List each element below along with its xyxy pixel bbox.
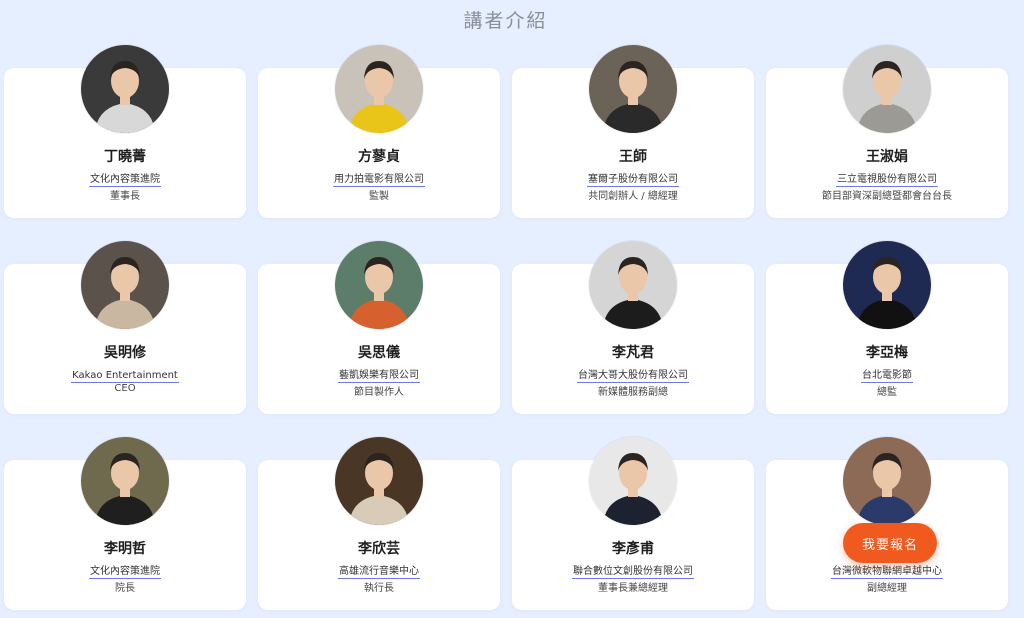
speaker-organization: 台灣微軟物聯網卓越中心	[766, 562, 1008, 579]
speaker-role: 執行長	[364, 583, 394, 594]
speaker-photo[interactable]	[335, 437, 423, 525]
speaker-name: 李明哲	[104, 541, 146, 557]
speaker-photo[interactable]	[589, 437, 677, 525]
speaker-organization: 文化內容策進院	[4, 562, 246, 579]
speaker-role: 節目製作人	[354, 387, 404, 398]
organization-link[interactable]: 用力拍電影有限公司	[333, 174, 425, 187]
speaker-name: 李彥甫	[612, 541, 654, 557]
speaker-role: CEO	[114, 383, 136, 394]
speaker-organization: 塞爾子股份有限公司	[512, 170, 754, 187]
speaker-role: 副總經理	[867, 583, 907, 594]
organization-link[interactable]: 聯合數位文創股份有限公司	[572, 566, 694, 579]
speaker-organization: 台北電影節	[766, 366, 1008, 383]
speaker-photo[interactable]	[843, 45, 931, 133]
speaker-photo[interactable]	[843, 437, 931, 525]
speaker-organization: 用力拍電影有限公司	[258, 170, 500, 187]
speaker-photo[interactable]	[589, 45, 677, 133]
organization-link[interactable]: Kakao Entertainment	[71, 370, 179, 383]
speaker-card[interactable]: 吳思儀藝凱娛樂有限公司 節目製作人	[258, 241, 500, 414]
speaker-photo[interactable]	[335, 45, 423, 133]
speaker-organization: Kakao Entertainment	[4, 366, 246, 383]
speaker-card[interactable]: 方蓼貞用力拍電影有限公司 監製	[258, 45, 500, 218]
speaker-organization: 台灣大哥大股份有限公司	[512, 366, 754, 383]
speaker-photo[interactable]	[843, 241, 931, 329]
organization-link[interactable]: 塞爾子股份有限公司	[587, 174, 679, 187]
speaker-organization: 高雄流行音樂中心	[258, 562, 500, 579]
speaker-role: 董事長	[110, 191, 140, 202]
speaker-role: 董事長兼總經理	[598, 583, 668, 594]
speaker-card[interactable]: 李芃君台灣大哥大股份有限公司 新媒體服務副總	[512, 241, 754, 414]
speaker-card[interactable]: 丁曉菁文化內容策進院 董事長	[4, 45, 246, 218]
speaker-organization: 聯合數位文創股份有限公司	[512, 562, 754, 579]
speaker-organization: 藝凱娛樂有限公司	[258, 366, 500, 383]
speaker-role: 監製	[369, 191, 389, 202]
speaker-card[interactable]: 李彥甫聯合數位文創股份有限公司 董事長兼總經理	[512, 437, 754, 610]
speaker-name: 方蓼貞	[358, 149, 400, 165]
organization-link[interactable]: 台北電影節	[861, 370, 913, 383]
speaker-name: 吳明修	[104, 345, 146, 361]
organization-link[interactable]: 文化內容策進院	[89, 174, 161, 187]
speaker-organization: 文化內容策進院	[4, 170, 246, 187]
organization-link[interactable]: 藝凱娛樂有限公司	[338, 370, 420, 383]
speaker-role: 總監	[877, 387, 897, 398]
speaker-role: 院長	[115, 583, 135, 594]
speaker-card[interactable]: 李亞梅台北電影節總監	[766, 241, 1008, 414]
speaker-role: 新媒體服務副總	[598, 387, 668, 398]
speaker-role: 節目部資深副總暨都會台台長	[822, 191, 952, 202]
organization-link[interactable]: 台灣微軟物聯網卓越中心	[831, 566, 943, 579]
speaker-card[interactable]: 王師塞爾子股份有限公司 共同創辦人 / 總經理	[512, 45, 754, 218]
speaker-card[interactable]: 李明哲文化內容策進院 院長	[4, 437, 246, 610]
speaker-name: 李亞梅	[866, 345, 908, 361]
speaker-card[interactable]: 王淑娟三立電視股份有限公司節目部資深副總暨都會台台長	[766, 45, 1008, 218]
speaker-name: 丁曉菁	[104, 149, 146, 165]
speaker-name: 李芃君	[612, 345, 654, 361]
organization-link[interactable]: 台灣大哥大股份有限公司	[577, 370, 689, 383]
speaker-photo[interactable]	[81, 437, 169, 525]
organization-link[interactable]: 三立電視股份有限公司	[836, 174, 938, 187]
speaker-name: 王師	[619, 149, 647, 165]
speaker-photo[interactable]	[589, 241, 677, 329]
speaker-organization: 三立電視股份有限公司	[766, 170, 1008, 187]
register-button[interactable]: 我要報名	[843, 523, 937, 563]
speaker-card[interactable]: 吳明修 Kakao Entertainment CEO	[4, 241, 246, 414]
organization-link[interactable]: 文化內容策進院	[89, 566, 161, 579]
speaker-card[interactable]: 李欣芸高雄流行音樂中心 執行長	[258, 437, 500, 610]
organization-link[interactable]: 高雄流行音樂中心	[338, 566, 420, 579]
speaker-name: 吳思儀	[358, 345, 400, 361]
speaker-photo[interactable]	[81, 241, 169, 329]
speaker-photo[interactable]	[81, 45, 169, 133]
speaker-name: 李欣芸	[358, 541, 400, 557]
speaker-name: 王淑娟	[866, 149, 908, 165]
speaker-photo[interactable]	[335, 241, 423, 329]
speaker-role: 共同創辦人 / 總經理	[588, 191, 678, 202]
